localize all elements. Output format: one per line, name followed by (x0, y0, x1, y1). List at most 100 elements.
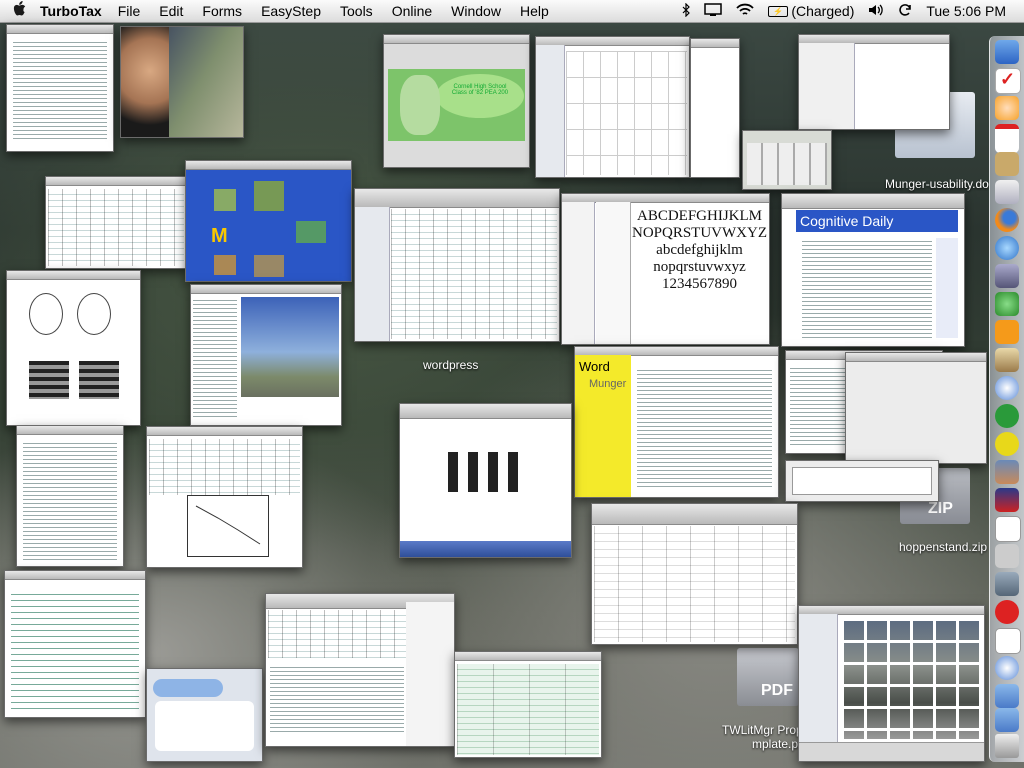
menu-easystep[interactable]: EasyStep (261, 3, 321, 19)
window-calendar[interactable] (535, 36, 690, 178)
document-dock-icon[interactable] (995, 628, 1021, 654)
flash-dock-icon[interactable] (995, 432, 1019, 456)
addressbook-dock-icon[interactable] (995, 152, 1019, 176)
window-titlebar (592, 504, 797, 525)
dialog-list (790, 365, 846, 445)
sync-icon[interactable] (898, 3, 912, 20)
pictures-dock-icon[interactable] (995, 460, 1019, 484)
window-pilot-photo[interactable] (120, 26, 244, 138)
app-menu[interactable]: TurboTax (40, 3, 102, 19)
menu-bar: TurboTax File Edit Forms EasyStep Tools … (0, 0, 1024, 23)
reunion-banner: Cornell High School Class of '82 PEA 200 (388, 69, 525, 141)
firefox-dock-icon[interactable] (995, 208, 1019, 232)
globe-dock-icon[interactable] (995, 236, 1019, 260)
dreamweaver-dock-icon[interactable] (995, 404, 1019, 428)
dock: ✓ (989, 36, 1024, 762)
window-small-panel[interactable] (690, 38, 740, 178)
tax-form-fields (11, 589, 139, 709)
window-blue-webpage[interactable]: M (185, 160, 352, 282)
battery-status[interactable]: ⚡ (Charged) (768, 3, 854, 19)
finder-dock-icon[interactable] (995, 40, 1019, 64)
documents-folder-dock-icon[interactable] (995, 708, 1019, 732)
pencil-app-dock-icon[interactable] (995, 180, 1019, 204)
message-list (268, 610, 406, 658)
menu-file[interactable]: File (118, 3, 141, 19)
window-mail[interactable] (265, 593, 455, 747)
pdf-file-icon[interactable]: PDF (737, 648, 799, 706)
window-preferences[interactable] (798, 34, 950, 130)
ical-dock-icon[interactable] (995, 124, 1019, 153)
app-orange-dock-icon[interactable] (995, 320, 1019, 344)
menu-edit[interactable]: Edit (159, 3, 183, 19)
network-dock-icon[interactable] (995, 264, 1019, 288)
todo-dock-icon[interactable]: ✓ (995, 68, 1021, 94)
swirl-app-dock-icon[interactable] (995, 96, 1019, 120)
blog-header: Cognitive Daily (796, 210, 958, 232)
window-blog-browser[interactable]: Cognitive Daily (781, 193, 965, 347)
checkmark-icon: ✓ (1000, 69, 1016, 89)
window-spreadsheet-small[interactable] (45, 176, 187, 269)
window-code-editor[interactable] (16, 425, 124, 567)
twlit-file-label[interactable]: TWLitMgr Prop (722, 723, 803, 737)
window-turbotax-form[interactable] (4, 570, 146, 718)
window-font-book[interactable]: ABCDEFGHIJKLM NOPQRSTUVWXYZ abcdefghijkl… (561, 193, 770, 345)
album-sidebar (799, 614, 838, 761)
volume-icon[interactable] (868, 3, 884, 20)
window-waveform-document[interactable] (6, 270, 141, 426)
texedit-dock-icon[interactable] (995, 488, 1019, 512)
word-sub: Munger (589, 378, 627, 390)
line-chart (187, 495, 269, 557)
notes-dock-icon[interactable] (995, 516, 1021, 542)
window-text-document[interactable] (6, 24, 114, 152)
display-icon[interactable] (704, 2, 723, 20)
menu-help[interactable]: Help (520, 3, 549, 19)
window-calculator[interactable] (742, 130, 832, 190)
font-family-list (596, 202, 631, 344)
itunes-dock-icon[interactable] (995, 376, 1019, 400)
bluetooth-icon[interactable] (682, 2, 691, 20)
window-large-spreadsheet[interactable] (591, 503, 798, 645)
preferences-sidebar (799, 43, 855, 129)
font-preview: ABCDEFGHIJKLM NOPQRSTUVWXYZ abcdefghijkl… (632, 208, 767, 293)
window-photo-browser[interactable] (798, 605, 985, 762)
quit-app-dock-icon[interactable] (995, 600, 1019, 624)
zip-file-label[interactable]: hoppenstand.zip (899, 540, 987, 554)
window-text-entry[interactable] (785, 460, 939, 502)
menu-tools[interactable]: Tools (340, 3, 373, 19)
menu-clock[interactable]: Tue 5:06 PM (926, 3, 1006, 19)
window-chart-spreadsheet[interactable] (146, 426, 303, 568)
messenger-dock-icon[interactable] (995, 292, 1019, 316)
login-banner (153, 679, 223, 697)
battery-icon: ⚡ (768, 5, 789, 17)
iphoto-dock-icon[interactable] (995, 348, 1019, 372)
window-data-table[interactable] (454, 651, 602, 758)
munger-file-label[interactable]: Munger-usability.do (885, 177, 989, 191)
menu-online[interactable]: Online (392, 3, 432, 19)
document-text (13, 39, 107, 139)
library-sidebar (355, 207, 390, 341)
menu-forms[interactable]: Forms (202, 3, 242, 19)
wifi-icon[interactable] (736, 3, 754, 20)
applications-folder-dock-icon[interactable] (995, 684, 1019, 708)
window-presentation[interactable] (190, 284, 342, 426)
figure-egg-right (77, 293, 111, 335)
window-login-panel[interactable] (146, 668, 263, 762)
twlit-file-label-2[interactable]: mplate.pd (752, 737, 805, 751)
photo-toolbar (799, 742, 984, 761)
preview-line-2: NOPQRSTUVWXYZ (632, 225, 767, 241)
safari-dock-icon[interactable] (995, 656, 1019, 680)
window-reunion-page[interactable]: Cornell High School Class of '82 PEA 200 (383, 34, 530, 168)
window-form-panel[interactable] (845, 352, 987, 464)
window-music-library[interactable] (354, 188, 560, 342)
wordpress-label[interactable]: wordpress (423, 358, 478, 372)
window-web-gallery[interactable] (399, 403, 572, 558)
sheet-grid (149, 439, 300, 495)
mail-dock-icon[interactable] (995, 572, 1019, 596)
window-word-munger[interactable]: Word Munger (574, 346, 779, 498)
apple-menu-icon[interactable] (0, 0, 40, 22)
calculator-dock-icon[interactable] (995, 544, 1019, 568)
menu-window[interactable]: Window (451, 3, 501, 19)
trash-dock-icon[interactable] (995, 734, 1019, 758)
calendar-sidebar (536, 45, 565, 177)
photo-thumbnail (214, 255, 236, 275)
